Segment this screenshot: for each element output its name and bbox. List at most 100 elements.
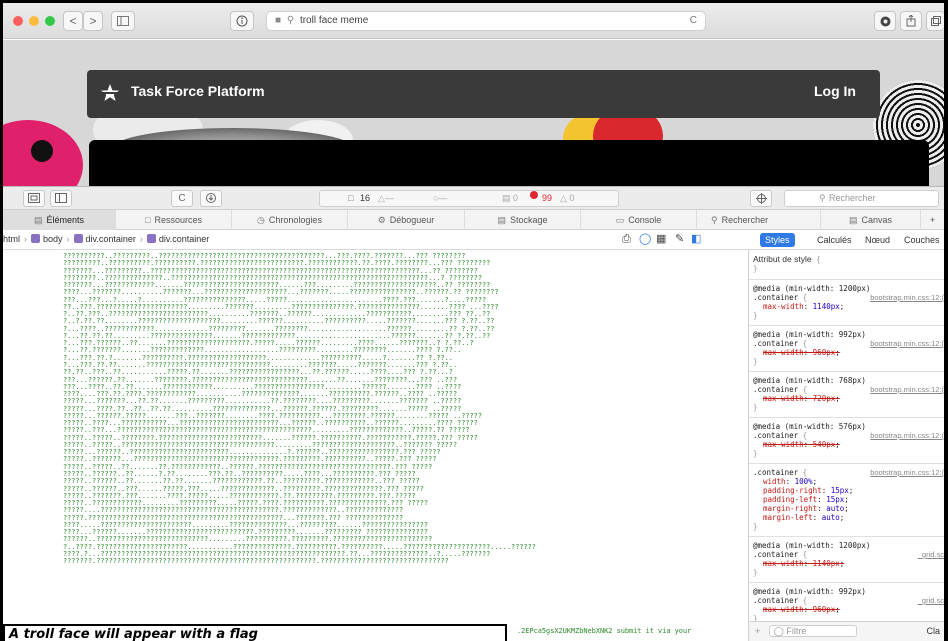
tab-search[interactable]: ⚲ Rechercher — [697, 210, 821, 230]
source-link[interactable]: _grid.sc — [918, 550, 944, 559]
tab-node[interactable]: Nœud — [865, 230, 890, 250]
download-button[interactable] — [200, 190, 222, 207]
minimize-window-button[interactable] — [29, 16, 39, 26]
css-property[interactable]: max-width: 1140px; — [753, 302, 944, 311]
resources-count[interactable]: 16 — [360, 191, 370, 206]
close-window-button[interactable] — [13, 16, 23, 26]
split-button[interactable] — [50, 190, 72, 207]
element-icon — [146, 234, 156, 243]
sidebar-toggle-button[interactable] — [111, 11, 135, 31]
tab-console[interactable]: ▭ Console — [581, 210, 697, 230]
tab-storage[interactable]: ▤ Stockage — [465, 210, 581, 230]
source-link[interactable]: _grid.sc — [918, 596, 944, 605]
tab-label: Ressources — [154, 215, 202, 225]
css-property[interactable]: max-width: 960px; — [753, 605, 944, 614]
add-rule-icon[interactable]: + — [755, 626, 760, 636]
media-query: @media (min-width: 768px) — [753, 376, 866, 385]
bug-icon: ⚙ — [377, 215, 386, 225]
media-query: @media (min-width: 992px) — [753, 330, 866, 339]
css-property[interactable]: margin-right: auto; — [753, 504, 944, 513]
print-icon[interactable]: ⎙ — [622, 230, 631, 249]
property-name: margin-right — [763, 504, 818, 513]
css-property[interactable]: max-width: 960px; — [753, 348, 944, 357]
reload-page-button[interactable]: C — [171, 190, 193, 207]
inspector-search-input[interactable]: ⚲ Rechercher — [784, 190, 939, 207]
css-property[interactable]: max-width: 720px; — [753, 394, 944, 403]
tab-debugger[interactable]: ⚙ Débogueur — [348, 210, 465, 230]
address-bar[interactable]: ■ ⚲ troll face meme C — [266, 11, 706, 31]
css-rule[interactable]: @media (min-width: 1200px) .container {bo… — [749, 280, 944, 326]
breadcrumb-item[interactable]: div.container — [86, 234, 136, 244]
selector-text[interactable]: .container — [753, 385, 798, 394]
css-property[interactable]: margin-left: auto; — [753, 513, 944, 522]
source-link[interactable]: bootstrap.min.css:12:( — [870, 468, 944, 477]
pencil-icon[interactable]: ✎ — [675, 230, 684, 249]
shapes-icon[interactable]: ◯ — [639, 230, 651, 249]
property-name: margin-left — [763, 513, 813, 522]
selector-text[interactable]: .container — [753, 550, 798, 559]
tab-elements[interactable]: ▤ Éléments — [3, 210, 116, 230]
ascii-art-text[interactable]: ??????????..?????????..?????????????????… — [63, 252, 536, 565]
css-property[interactable]: max-width: 1140px; — [753, 559, 944, 568]
star-logo-icon[interactable] — [100, 83, 120, 103]
grid-icon[interactable]: ▦ — [656, 230, 666, 249]
inspector-tabs: ▤ Éléments □ Ressources ◷ Chronologies ⚙ Déb… — [3, 210, 944, 230]
breadcrumb-item[interactable]: div.container — [159, 234, 209, 244]
breadcrumb-item[interactable]: body — [43, 234, 63, 244]
zoom-window-button[interactable] — [45, 16, 55, 26]
rule-selector: .container { bootstrap.min.css:12:( — [753, 385, 944, 394]
selector-text[interactable]: .container — [753, 468, 798, 477]
back-button[interactable]: < — [63, 11, 83, 31]
login-link[interactable]: Log In — [814, 83, 856, 99]
add-tab-button[interactable]: + — [921, 210, 944, 230]
css-property[interactable]: padding-right: 15px; — [753, 486, 944, 495]
reload-icon[interactable]: C — [690, 12, 697, 30]
target-button[interactable] — [750, 190, 772, 207]
split-icon — [55, 193, 67, 203]
tab-styles[interactable]: Styles — [760, 233, 795, 247]
classes-button[interactable]: Cla — [926, 622, 940, 641]
property-value: 1140px — [812, 302, 840, 311]
forward-button[interactable]: > — [83, 11, 103, 31]
selector-text[interactable]: .container — [753, 293, 798, 302]
bell-icon: △— — [378, 193, 394, 203]
source-link[interactable]: bootstrap.min.css:12:( — [870, 293, 944, 302]
share-button[interactable] — [900, 11, 922, 31]
tab-computed[interactable]: Calculés — [817, 230, 852, 250]
filter-icon: ◯ — [773, 626, 784, 636]
css-rule[interactable]: @media (min-width: 768px) .container { boo… — [749, 372, 944, 418]
css-property[interactable]: width: 100%; — [753, 477, 944, 486]
source-link[interactable]: bootstrap.min.css:12:( — [870, 431, 944, 440]
selector-text[interactable]: .container — [753, 431, 798, 440]
shield-info-icon — [236, 15, 248, 27]
dock-button[interactable] — [23, 190, 45, 207]
brace-open: { — [798, 385, 808, 394]
privacy-report-button[interactable] — [230, 11, 254, 31]
selector-text[interactable]: .container — [753, 596, 798, 605]
css-rule[interactable]: @media (min-width: 1200px) .container {_g… — [749, 537, 944, 583]
style-attribute-rule[interactable]: Attribut de style {} — [749, 251, 944, 280]
filter-input[interactable]: ◯ Filtre — [768, 625, 858, 637]
css-property[interactable]: max-width: 540px; — [753, 440, 944, 449]
error-count[interactable]: 99 — [542, 191, 552, 206]
dock-icon — [28, 193, 40, 203]
extension-button[interactable] — [874, 11, 896, 31]
tabs-overview-button[interactable] — [926, 11, 944, 31]
css-property[interactable]: padding-left: 15px; — [753, 495, 944, 504]
flag-text[interactable]: .2EPca5gsX2UKMZbNebXNK2 submit it via yo… — [517, 627, 691, 635]
source-link[interactable]: bootstrap.min.css:12:( — [870, 339, 944, 348]
tab-timelines[interactable]: ◷ Chronologies — [232, 210, 348, 230]
dom-toolbar: ⎙ ◯ ▦ ✎ ◧ — [622, 230, 749, 250]
source-link[interactable]: bootstrap.min.css:12:( — [870, 385, 944, 394]
css-rule[interactable]: .container {bootstrap.min.css:12:(width:… — [749, 464, 944, 537]
selector-text[interactable]: .container — [753, 339, 798, 348]
sidebar-toggle-icon[interactable]: ◧ — [691, 230, 701, 249]
tab-resources[interactable]: □ Ressources — [116, 210, 232, 230]
site-title[interactable]: Task Force Platform — [131, 83, 265, 99]
tab-canvas[interactable]: ▤ Canvas — [821, 210, 921, 230]
css-rule[interactable]: @media (min-width: 992px) .container {boo… — [749, 326, 944, 372]
hero-banner — [89, 140, 929, 186]
css-rule[interactable]: @media (min-width: 576px) .container {boo… — [749, 418, 944, 464]
tab-layers[interactable]: Couches — [904, 230, 940, 250]
breadcrumb-item[interactable]: html — [3, 234, 20, 244]
